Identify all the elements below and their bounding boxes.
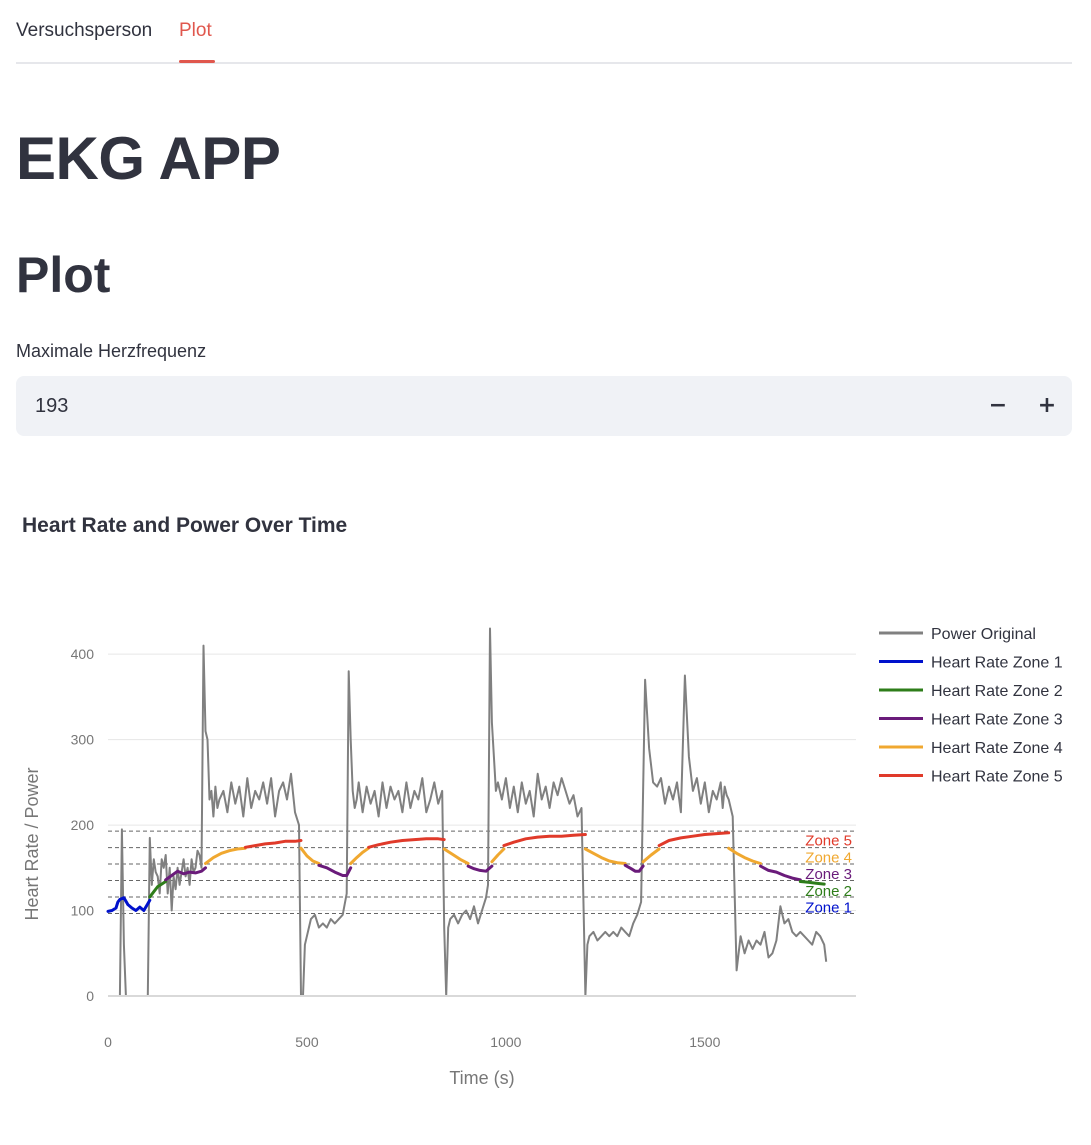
heart-rate-zone-4-line — [204, 846, 247, 865]
x-tick-label: 1000 — [490, 1034, 521, 1050]
y-tick-label: 400 — [71, 646, 95, 662]
heart-rate-zone-5-line — [243, 839, 303, 849]
heart-rate-zone-4-line — [299, 846, 321, 865]
heart-rate-power-chart: Zone 5Zone 4Zone 3Zone 2Zone 1 0 100 200 30… — [22, 626, 1063, 1088]
legend-item: Heart Rate Zone 4 — [931, 740, 1063, 757]
active-tab-indicator — [179, 60, 215, 63]
power-series — [108, 627, 828, 997]
x-axis-label: Time (s) — [449, 1068, 514, 1088]
max-hr-input[interactable] — [16, 376, 956, 436]
app-title: EKG APP — [16, 125, 281, 192]
heart-rate-zone-1-line — [106, 896, 152, 913]
heart-rate-zone-4-line — [442, 847, 470, 865]
power-line — [108, 627, 828, 997]
decrement-button[interactable]: − — [978, 386, 1018, 426]
tab-bar: Versuchsperson Plot — [16, 0, 1072, 64]
heart-rate-series — [106, 831, 826, 913]
heart-rate-zone-3-line — [623, 863, 645, 873]
legend-item: Heart Rate Zone 2 — [931, 683, 1063, 700]
heart-rate-zone-4-line — [349, 846, 371, 865]
heart-rate-zone-5-line — [367, 837, 446, 849]
legend-item: Heart Rate Zone 5 — [931, 769, 1063, 786]
heart-rate-zone-4-line — [583, 847, 627, 865]
legend-item: Power Original — [931, 626, 1036, 643]
heart-rate-zone-4-line — [490, 847, 506, 864]
x-tick-label: 500 — [295, 1034, 319, 1050]
legend: Power Original Heart Rate Zone 1 Heart Rat… — [879, 626, 1063, 786]
x-tick-label: 0 — [104, 1034, 112, 1050]
y-tick-label: 300 — [71, 732, 95, 748]
tab-versuchsperson[interactable]: Versuchsperson — [16, 20, 152, 42]
max-hr-label: Maximale Herzfrequenz — [16, 341, 207, 361]
zone-threshold-lines: Zone 5Zone 4Zone 3Zone 2Zone 1 — [108, 830, 856, 916]
y-tick-label: 0 — [86, 988, 94, 1004]
page-title: Plot — [16, 247, 111, 303]
y-tick-label: 200 — [71, 817, 95, 833]
heart-rate-zone-4-line — [641, 847, 661, 864]
zone-label: Zone 3 — [805, 866, 852, 883]
increment-button[interactable]: + — [1027, 386, 1067, 426]
chart-title: Heart Rate and Power Over Time — [22, 514, 348, 537]
zone-label: Zone 4 — [805, 850, 852, 867]
zone-label: Zone 5 — [805, 833, 852, 850]
heart-rate-zone-5-line — [657, 831, 731, 848]
axes: 0 100 200 300 400 0 500 1000 1500 Time (s) Heart R… — [22, 646, 856, 1088]
zone-label: Zone 1 — [805, 899, 852, 916]
zone-label: Zone 2 — [805, 883, 852, 900]
legend-item: Heart Rate Zone 1 — [931, 655, 1063, 672]
y-axis-label: Heart Rate / Power — [22, 767, 42, 920]
heart-rate-zone-3-line — [759, 864, 802, 882]
legend-item: Heart Rate Zone 3 — [931, 712, 1063, 729]
tab-plot[interactable]: Plot — [179, 20, 212, 42]
y-tick-label: 100 — [71, 903, 95, 919]
x-tick-label: 1500 — [689, 1034, 720, 1050]
max-hr-number-input: − + — [16, 376, 1072, 436]
heart-rate-zone-5-line — [502, 833, 587, 848]
